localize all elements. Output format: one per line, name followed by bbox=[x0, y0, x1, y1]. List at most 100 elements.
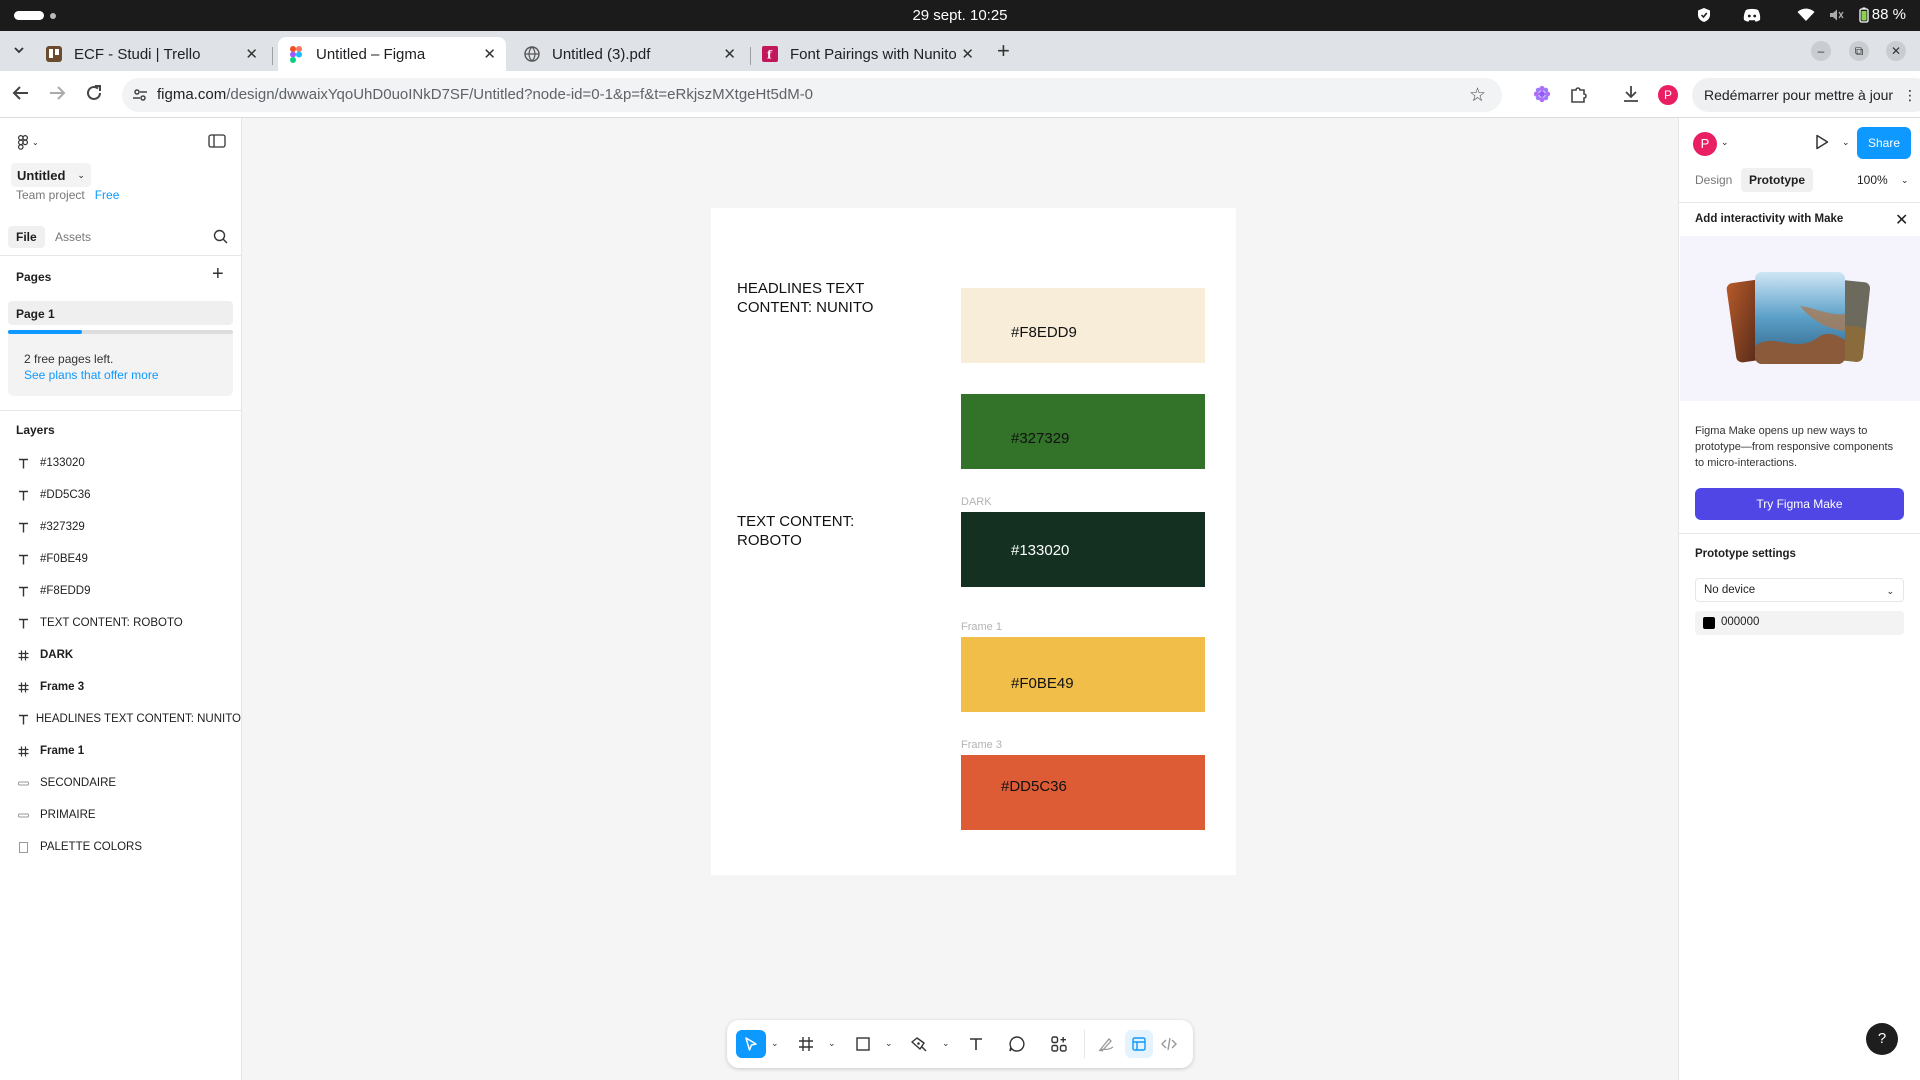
dev-mode-button[interactable] bbox=[1157, 1030, 1181, 1058]
see-plans-link[interactable]: See plans that offer more bbox=[24, 368, 159, 382]
chevron-down-icon[interactable]: ⌄ bbox=[828, 1038, 836, 1049]
device-select[interactable]: No device ⌄ bbox=[1695, 578, 1904, 602]
plan-badge[interactable]: Free bbox=[95, 188, 120, 202]
layer-row[interactable]: #DD5C36 bbox=[0, 479, 241, 511]
layer-row[interactable]: Frame 3 bbox=[0, 671, 241, 703]
frame-tag-frame3[interactable]: Frame 3 bbox=[961, 739, 1002, 751]
globe-icon bbox=[524, 46, 540, 62]
maximize-button[interactable]: ⧉ bbox=[1849, 41, 1869, 61]
os-clock[interactable]: 29 sept. 10:25 bbox=[0, 7, 1920, 24]
close-window-button[interactable]: ✕ bbox=[1886, 41, 1906, 61]
browser-tab-figma[interactable]: Untitled – Figma ✕ bbox=[278, 37, 506, 71]
layer-row[interactable]: PRIMAIRE bbox=[0, 799, 241, 831]
reload-icon[interactable] bbox=[85, 84, 103, 102]
present-play-icon[interactable] bbox=[1815, 134, 1829, 150]
tab-search-chevron-icon[interactable] bbox=[12, 43, 26, 57]
palette-colors-frame[interactable]: HEADLINES TEXT CONTENT: NUNITO TEXT CONT… bbox=[711, 208, 1236, 875]
layer-row[interactable]: PALETTE COLORS bbox=[0, 831, 241, 863]
chevron-down-icon[interactable]: ⌄ bbox=[1721, 137, 1729, 148]
text-tool-button[interactable] bbox=[964, 1030, 988, 1058]
tab-assets[interactable]: Assets bbox=[55, 230, 91, 244]
close-tab-icon[interactable]: ✕ bbox=[723, 45, 736, 63]
chevron-down-icon[interactable]: ⌄ bbox=[942, 1038, 950, 1049]
chevron-down-icon[interactable]: ⌄ bbox=[1842, 137, 1850, 148]
browser-tab-trello[interactable]: ECF - Studi | Trello ✕ bbox=[36, 37, 268, 71]
layer-row[interactable]: TEXT CONTENT: ROBOTO bbox=[0, 607, 241, 639]
color-swatch[interactable] bbox=[1703, 617, 1715, 629]
browser-toolbar: figma.com/design/dwwaixYqoUhD0uoINkD7SF/… bbox=[0, 71, 1920, 118]
chevron-down-icon[interactable]: ⌄ bbox=[1901, 175, 1909, 186]
layer-name: DARK bbox=[40, 649, 74, 661]
background-color-field[interactable]: 000000 bbox=[1695, 611, 1904, 635]
browser-tab-pdf[interactable]: Untitled (3).pdf ✕ bbox=[514, 37, 746, 71]
add-page-button[interactable]: + bbox=[212, 263, 224, 286]
move-tool-button[interactable] bbox=[736, 1030, 766, 1058]
text-font-label[interactable]: TEXT CONTENT: ROBOTO bbox=[737, 512, 877, 550]
draw-mode-button[interactable] bbox=[1094, 1030, 1118, 1058]
team-project-label: Team project Free bbox=[16, 188, 120, 202]
page-item[interactable]: Page 1 bbox=[8, 301, 233, 325]
download-icon[interactable] bbox=[1621, 84, 1641, 104]
toggle-sidebar-icon[interactable] bbox=[208, 134, 226, 148]
comment-tool-button[interactable] bbox=[1005, 1030, 1029, 1058]
help-button[interactable]: ? bbox=[1866, 1023, 1898, 1055]
layer-row[interactable]: HEADLINES TEXT CONTENT: NUNITO bbox=[0, 703, 241, 735]
main-menu-button[interactable]: ⌄ bbox=[18, 135, 39, 150]
share-button[interactable]: Share bbox=[1857, 127, 1911, 159]
swatch-133020[interactable]: #133020 bbox=[961, 512, 1205, 587]
layer-row[interactable]: #F8EDD9 bbox=[0, 575, 241, 607]
profile-avatar[interactable]: P bbox=[1658, 85, 1678, 105]
layer-row[interactable]: #327329 bbox=[0, 511, 241, 543]
pen-tool-button[interactable] bbox=[907, 1030, 931, 1058]
tab-design[interactable]: Design bbox=[1695, 173, 1732, 187]
extensions-puzzle-icon[interactable] bbox=[1569, 84, 1589, 104]
headline-font-label[interactable]: HEADLINES TEXT CONTENT: NUNITO bbox=[737, 279, 877, 317]
close-tab-icon[interactable]: ✕ bbox=[245, 45, 258, 63]
swatch-327329[interactable]: #327329 bbox=[961, 394, 1205, 469]
tab-prototype[interactable]: Prototype bbox=[1741, 168, 1814, 192]
layer-row[interactable]: DARK bbox=[0, 639, 241, 671]
discord-icon bbox=[1743, 8, 1761, 22]
layer-row[interactable]: #133020 bbox=[0, 447, 241, 479]
restart-update-button[interactable]: Redémarrer pour mettre à jour ⋮ bbox=[1692, 78, 1920, 112]
bookmark-star-icon[interactable]: ☆ bbox=[1469, 84, 1486, 107]
frame-tag-frame1[interactable]: Frame 1 bbox=[961, 621, 1002, 633]
swatch-dd5c36[interactable]: #DD5C36 bbox=[961, 755, 1205, 830]
actions-tool-button[interactable] bbox=[1047, 1030, 1071, 1058]
chevron-down-icon[interactable]: ⌄ bbox=[771, 1038, 779, 1049]
try-figma-make-button[interactable]: Try Figma Make bbox=[1695, 488, 1904, 520]
back-arrow-icon[interactable] bbox=[12, 84, 30, 102]
address-bar[interactable]: figma.com/design/dwwaixYqoUhD0uoINkD7SF/… bbox=[122, 78, 1502, 112]
swatch-f0be49[interactable]: #F0BE49 bbox=[961, 637, 1205, 712]
free-pages-text: 2 free pages left. bbox=[24, 352, 114, 366]
design-canvas[interactable]: HEADLINES TEXT CONTENT: NUNITO TEXT CONT… bbox=[242, 118, 1678, 1080]
rectangle-tool-button[interactable] bbox=[851, 1030, 875, 1058]
extension-flower-icon[interactable] bbox=[1532, 84, 1552, 104]
text-layer-icon bbox=[0, 458, 40, 469]
new-tab-button[interactable]: + bbox=[997, 38, 1010, 64]
chevron-down-icon[interactable]: ⌄ bbox=[885, 1038, 893, 1049]
design-mode-button[interactable] bbox=[1125, 1030, 1153, 1058]
chevron-down-icon: ⌄ bbox=[77, 169, 85, 180]
system-tray[interactable]: 88 % bbox=[1697, 6, 1906, 23]
zoom-level[interactable]: 100% bbox=[1857, 173, 1888, 187]
tab-file[interactable]: File bbox=[8, 226, 45, 248]
frame-tool-button[interactable] bbox=[794, 1030, 818, 1058]
close-tab-icon[interactable]: ✕ bbox=[961, 45, 974, 63]
close-icon[interactable]: ✕ bbox=[1895, 210, 1908, 230]
make-illustration bbox=[1680, 236, 1920, 401]
frame-tag-dark[interactable]: DARK bbox=[961, 496, 992, 508]
divider bbox=[1679, 202, 1920, 203]
close-tab-icon[interactable]: ✕ bbox=[483, 45, 496, 63]
minimize-button[interactable]: – bbox=[1811, 41, 1831, 61]
layer-row[interactable]: SECONDAIRE bbox=[0, 767, 241, 799]
user-avatar[interactable]: P bbox=[1693, 132, 1717, 156]
forward-arrow-icon[interactable] bbox=[48, 84, 66, 102]
search-icon[interactable] bbox=[213, 229, 228, 244]
browser-tab-font-pairings[interactable]: f Font Pairings with Nunito ✕ bbox=[752, 37, 984, 71]
file-name-button[interactable]: Untitled ⌄ bbox=[11, 163, 91, 187]
swatch-f8edd9[interactable]: #F8EDD9 bbox=[961, 288, 1205, 363]
site-info-icon[interactable] bbox=[132, 87, 148, 103]
layer-row[interactable]: Frame 1 bbox=[0, 735, 241, 767]
layer-row[interactable]: #F0BE49 bbox=[0, 543, 241, 575]
